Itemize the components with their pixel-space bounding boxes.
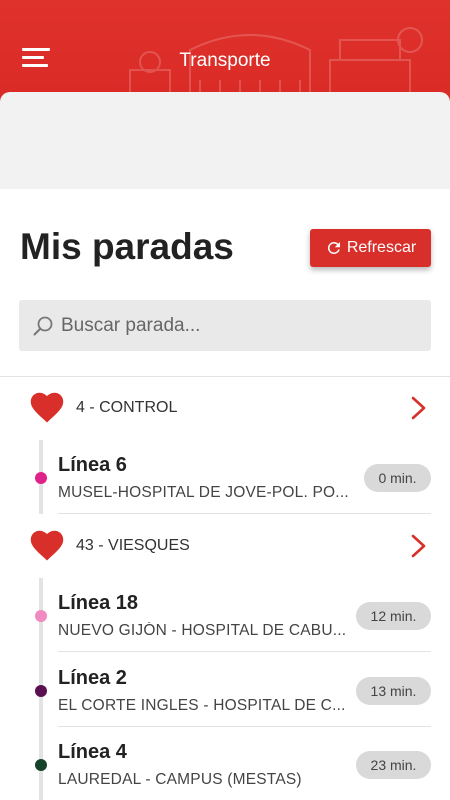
line-name: Línea 18 [58,592,139,614]
line-color-dot [35,610,47,622]
divider [0,376,450,377]
stop-header-viesques[interactable]: 43 - VIESQUES [0,518,450,570]
app-title: Transporte [179,50,271,71]
search-bar[interactable] [19,300,431,351]
line-route: EL CORTE INGLES - HOSPITAL DE C... [58,697,346,714]
stop-label: 43 - VIESQUES [76,537,190,554]
search-icon [33,316,53,335]
eta-badge: 0 min. [364,464,431,492]
refresh-label: Refrescar [346,239,417,256]
chevron-right-icon[interactable] [410,533,428,559]
banner-area [0,92,450,189]
line-name: Línea 4 [58,741,127,763]
heart-icon[interactable] [28,528,66,562]
row-divider [58,513,431,514]
stop-header-control[interactable]: 4 - CONTROL [0,380,450,432]
line-route: NUEVO GIJÓN - HOSPITAL DE CABU... [58,622,347,639]
line-color-dot [35,472,47,484]
row-divider [58,651,431,652]
search-input[interactable] [61,314,411,337]
stop-label: 4 - CONTROL [76,399,178,416]
eta-badge: 23 min. [356,751,431,779]
line-row[interactable]: Línea 18 NUEVO GIJÓN - HOSPITAL DE CABU.… [0,578,450,652]
line-color-dot [35,685,47,697]
line-name: Línea 6 [58,454,127,476]
eta-badge: 13 min. [356,677,431,705]
line-route: MUSEL-HOSPITAL DE JOVE-POL. PO... [58,484,349,501]
eta-badge: 12 min. [356,602,431,630]
heart-icon[interactable] [28,390,66,424]
line-color-dot [35,759,47,771]
chevron-right-icon[interactable] [410,395,428,421]
line-route: LAUREDAL - CAMPUS (MESTAS) [58,771,302,788]
line-row[interactable]: Línea 2 EL CORTE INGLES - HOSPITAL DE C.… [0,653,450,727]
line-row[interactable]: Línea 4 LAUREDAL - CAMPUS (MESTAS) 23 mi… [0,727,450,800]
page-title: Mis paradas [20,226,234,267]
refresh-button[interactable]: Refrescar [310,229,431,267]
line-name: Línea 2 [58,667,127,689]
line-row[interactable]: Línea 6 MUSEL-HOSPITAL DE JOVE-POL. PO..… [0,440,450,514]
refresh-icon [327,241,340,254]
